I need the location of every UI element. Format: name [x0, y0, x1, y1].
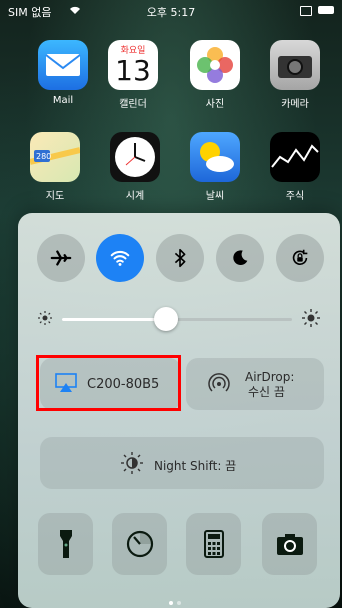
airdrop-status: AirDrop: 수신 끔 [245, 370, 294, 400]
night-shift-icon [121, 452, 143, 474]
app-photos-icon[interactable] [190, 40, 240, 90]
app-label-stocks: 주식 [285, 191, 305, 202]
night-shift-label: Night Shift: 끔 [154, 459, 237, 473]
app-calendar-icon[interactable]: 화요일 13 [108, 40, 158, 90]
app-stocks-icon[interactable] [270, 132, 320, 182]
timer-icon [126, 530, 153, 558]
app-label-weather: 날씨 [205, 191, 225, 202]
flashlight-button[interactable] [38, 513, 93, 575]
bluetooth-toggle[interactable] [156, 234, 204, 282]
app-label-camera: 카메라 [281, 99, 309, 110]
status-bar: SIM 없음 오후 5:17 [0, 0, 342, 20]
app-label-calendar: 캘린더 [119, 99, 147, 110]
brightness-low-icon [38, 311, 52, 325]
wifi-icon [110, 250, 130, 266]
app-label-clock: 시계 [125, 191, 145, 202]
airplay-highlight-box [36, 355, 181, 411]
brightness-slider-thumb[interactable] [153, 307, 178, 331]
airdrop-icon [208, 373, 230, 392]
sun-cloud-icon [200, 142, 234, 172]
stock-chart-icon [271, 144, 319, 168]
battery-icon [318, 6, 334, 14]
app-maps-icon[interactable]: 280 [29, 132, 81, 182]
envelope-icon [45, 54, 81, 76]
calculator-icon [203, 530, 224, 558]
brightness-slider-fill [62, 318, 166, 321]
brightness-high-icon [302, 309, 320, 327]
calculator-button[interactable] [186, 513, 241, 575]
rotation-lock-toggle[interactable] [276, 234, 324, 282]
app-clock-icon[interactable] [110, 132, 160, 182]
do-not-disturb-toggle[interactable] [216, 234, 264, 282]
app-label-maps: 지도 [45, 191, 65, 202]
wifi-toggle[interactable] [96, 234, 144, 282]
camera-icon [276, 534, 303, 555]
camera-shortcut-button[interactable] [262, 513, 317, 575]
bluetooth-icon [174, 248, 186, 268]
app-camera-icon[interactable] [270, 40, 320, 90]
airplane-icon [50, 250, 72, 266]
app-label-photos: 사진 [205, 99, 225, 110]
status-time: 오후 5:17 [146, 6, 196, 19]
airdrop-label-line2: 수신 끔 [248, 385, 285, 399]
clock-face-icon [115, 137, 155, 177]
app-label-mail: Mail [52, 95, 74, 106]
photos-flower-icon [197, 47, 233, 83]
map-icon: 280 [29, 147, 81, 165]
map-sign-text: 280 [36, 152, 51, 161]
app-mail-icon[interactable] [38, 40, 88, 90]
moon-icon [233, 250, 248, 266]
airdrop-label-line1: AirDrop: [245, 370, 295, 384]
app-weather-icon[interactable] [190, 132, 240, 182]
flashlight-icon [59, 530, 72, 558]
screen-mirroring-icon [300, 6, 312, 16]
airplane-mode-toggle[interactable] [37, 234, 85, 282]
timer-button[interactable] [112, 513, 167, 575]
page-indicator-dots [169, 601, 181, 605]
calendar-day-number: 13 [115, 54, 151, 87]
camera-app-icon [278, 56, 312, 78]
rotation-lock-icon [292, 249, 308, 266]
